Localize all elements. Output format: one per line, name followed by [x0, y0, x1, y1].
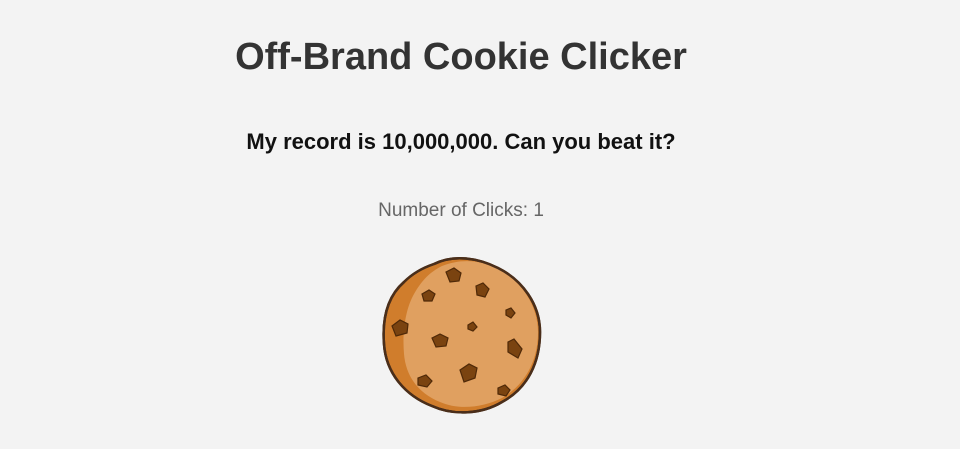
click-counter-value: 1: [533, 200, 544, 221]
page-title: Off-Brand Cookie Clicker: [235, 36, 687, 78]
page: Off-Brand Cookie Clicker My record is 10…: [0, 0, 960, 449]
click-counter-label: Number of Clicks:: [378, 200, 534, 221]
click-counter: Number of Clicks: 1: [0, 199, 922, 223]
cookie-button[interactable]: [382, 256, 542, 416]
cookie-icon: [382, 257, 542, 414]
record-subtitle: My record is 10,000,000. Can you beat it…: [246, 129, 676, 154]
